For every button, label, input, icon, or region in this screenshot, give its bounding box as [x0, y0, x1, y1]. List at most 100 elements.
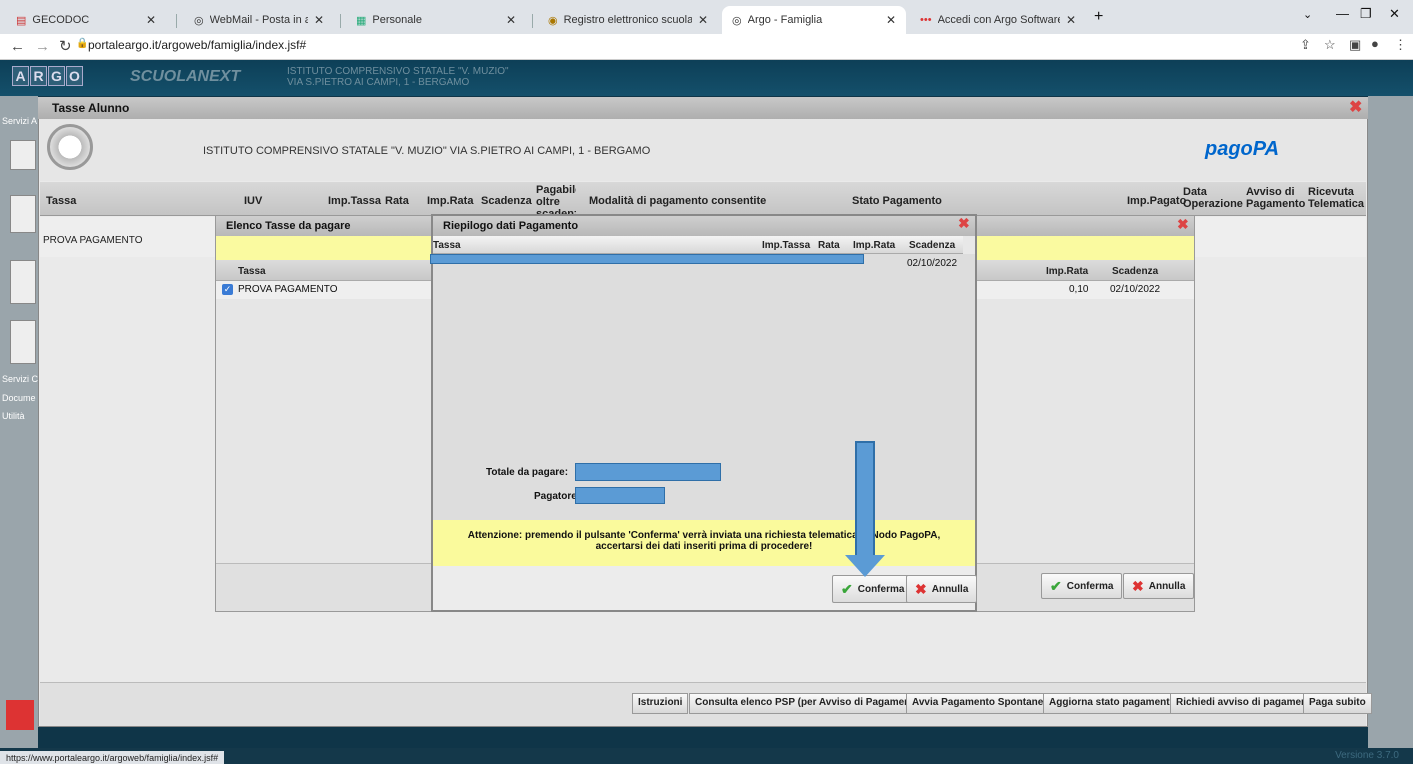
richiedi-avviso-button[interactable]: Richiedi avviso di pagamento: [1170, 693, 1323, 714]
column-header[interactable]: Scadenza: [1112, 266, 1158, 278]
argo-logo: ARGO: [12, 66, 83, 86]
tab-search-icon[interactable]: ⌄: [1303, 8, 1312, 21]
minimize-icon[interactable]: —: [1336, 6, 1349, 21]
school-icon: ◉: [548, 14, 558, 27]
share-icon[interactable]: ⇪: [1300, 37, 1311, 53]
bookmark-star-icon[interactable]: ☆: [1324, 37, 1336, 53]
lock-icon: 🔒: [76, 38, 89, 49]
pagamento-spontaneo-button[interactable]: Avvia Pagamento Spontaneo: [906, 693, 1056, 714]
doc-icon: ▤: [16, 14, 27, 27]
school-name: ISTITUTO COMPRENSIVO STATALE "V. MUZIO" …: [203, 145, 651, 157]
column-header[interactable]: Tassa: [238, 266, 266, 278]
profile-icon[interactable]: ●: [1371, 36, 1379, 51]
cancel-button[interactable]: ✖ Annulla: [1123, 573, 1195, 599]
close-window-icon[interactable]: ✕: [1389, 6, 1400, 22]
close-icon[interactable]: ✖: [1349, 97, 1362, 117]
browser-tab[interactable]: ••• Accedi con Argo Software ✕: [910, 6, 1086, 34]
close-tab-icon[interactable]: ✕: [698, 13, 708, 27]
sidebar-icon[interactable]: [10, 260, 36, 304]
sidebar-icon[interactable]: [10, 320, 36, 364]
browser-tab[interactable]: ▤ GECODOC ✕: [6, 6, 166, 34]
close-tab-icon[interactable]: ✕: [1066, 13, 1076, 27]
close-icon[interactable]: ✖: [958, 215, 970, 232]
column-header[interactable]: Imp.Rata: [853, 240, 895, 252]
close-icon[interactable]: ✖: [1177, 216, 1189, 233]
column-header[interactable]: Stato Pagamento: [852, 195, 942, 207]
row-tassa: PROVA PAGAMENTO: [43, 235, 143, 246]
checkbox-checked[interactable]: ✓: [222, 284, 233, 295]
column-header[interactable]: Ricevuta Telematica: [1308, 186, 1364, 210]
republic-emblem-icon: [47, 124, 93, 170]
column-header[interactable]: Imp.Tassa: [328, 195, 381, 207]
globe-icon: ◎: [194, 14, 204, 27]
cancel-button[interactable]: ✖ Annulla: [906, 575, 978, 603]
column-header[interactable]: Avviso di Pagamento: [1246, 186, 1305, 210]
product-name: SCUOLANEXT: [130, 68, 241, 85]
row-tassa: PROVA PAGAMENTO: [238, 284, 338, 295]
paga-subito-button[interactable]: Paga subito: [1303, 693, 1372, 714]
sidebar-label[interactable]: Servizi C: [2, 374, 38, 384]
back-icon[interactable]: ←: [10, 38, 25, 55]
column-header[interactable]: Data Operazione: [1183, 186, 1243, 210]
column-header[interactable]: Imp.Rata: [427, 195, 473, 207]
row-scadenza: 02/10/2022: [907, 258, 958, 269]
sidebar-label[interactable]: Utilità: [2, 411, 25, 421]
confirm-button[interactable]: ✔ Conferma: [832, 575, 914, 603]
confirm-button[interactable]: ✔ Conferma: [1041, 573, 1123, 599]
sidebar-icon[interactable]: [10, 140, 36, 170]
sidebar-label[interactable]: Servizi A: [2, 116, 37, 126]
new-tab-icon[interactable]: +: [1094, 8, 1103, 26]
status-url: https://www.portaleargo.it/argoweb/famig…: [0, 751, 225, 764]
browser-tab[interactable]: ◉ Registro elettronico scuola ✕: [538, 6, 718, 34]
pagatore-label: Pagatore:: [534, 491, 581, 502]
restore-icon[interactable]: ❐: [1360, 6, 1372, 22]
column-header[interactable]: Pagabile oltre scadenza: [536, 184, 576, 214]
row-scadenza: 02/10/2022: [1110, 284, 1161, 295]
column-header[interactable]: Imp.Rata: [1046, 266, 1088, 278]
column-header[interactable]: Tassa: [46, 195, 76, 207]
pagopa-logo: pagoPA: [1205, 138, 1280, 160]
reload-icon[interactable]: ↻: [59, 37, 72, 55]
riepilogo-list: [433, 254, 975, 522]
istruzioni-button[interactable]: Istruzioni: [632, 693, 689, 714]
dialog-title: Riepilogo dati Pagamento: [433, 216, 975, 236]
redacted-payer: [575, 487, 665, 504]
url-input[interactable]: portaleargo.it/argoweb/famiglia/index.js…: [88, 38, 306, 52]
column-header[interactable]: IUV: [244, 195, 262, 207]
forward-icon[interactable]: →: [35, 38, 50, 55]
row-imprata: 0,10: [1069, 284, 1089, 295]
argo-icon: •••: [920, 14, 932, 26]
school-header: ISTITUTO COMPRENSIVO STATALE "V. MUZIO" V…: [287, 66, 509, 88]
warning-message: Attenzione: premendo il pulsante 'Confer…: [433, 520, 975, 566]
browser-tab-active[interactable]: ◎ Argo - Famiglia ✕: [722, 6, 906, 34]
column-header[interactable]: Rata: [818, 240, 840, 252]
right-sidebar: [1368, 96, 1413, 764]
sidebar-red-icon[interactable]: [6, 700, 34, 730]
column-header[interactable]: Imp.Tassa: [762, 240, 810, 252]
annotation-arrow: [855, 441, 875, 559]
column-header[interactable]: Imp.Pagato: [1127, 195, 1186, 207]
sidebar-label[interactable]: Docume: [2, 393, 36, 403]
check-icon: ✔: [1050, 577, 1062, 594]
menu-icon[interactable]: ⋮: [1394, 37, 1407, 53]
column-header[interactable]: Modalità di pagamento consentite: [589, 195, 766, 207]
close-tab-icon[interactable]: ✕: [506, 13, 516, 27]
check-icon: ✔: [841, 580, 853, 597]
column-header[interactable]: Scadenza: [909, 240, 955, 252]
column-header[interactable]: Scadenza: [481, 195, 532, 207]
sidepanel-icon[interactable]: ▣: [1349, 37, 1361, 53]
aggiorna-stato-button[interactable]: Aggiorna stato pagamenti: [1043, 693, 1179, 714]
column-header[interactable]: Rata: [385, 195, 409, 207]
column-header[interactable]: Tassa: [433, 240, 461, 252]
sidebar-icon[interactable]: [10, 195, 36, 233]
close-tab-icon[interactable]: ✕: [886, 13, 896, 27]
close-tab-icon[interactable]: ✕: [314, 13, 324, 27]
consulta-psp-button[interactable]: Consulta elenco PSP (per Avviso di Pagam…: [689, 693, 930, 714]
close-tab-icon[interactable]: ✕: [146, 13, 156, 27]
annotation-arrow-head: [845, 555, 885, 577]
version-label: Versione 3.7.0: [1335, 750, 1399, 761]
browser-tab[interactable]: ▦ Personale ✕: [346, 6, 526, 34]
redacted-total: [575, 463, 721, 481]
browser-tab[interactable]: ◎WebMail - Posta in arrivo - bgic✕: [184, 6, 334, 34]
x-icon: ✖: [915, 580, 927, 597]
